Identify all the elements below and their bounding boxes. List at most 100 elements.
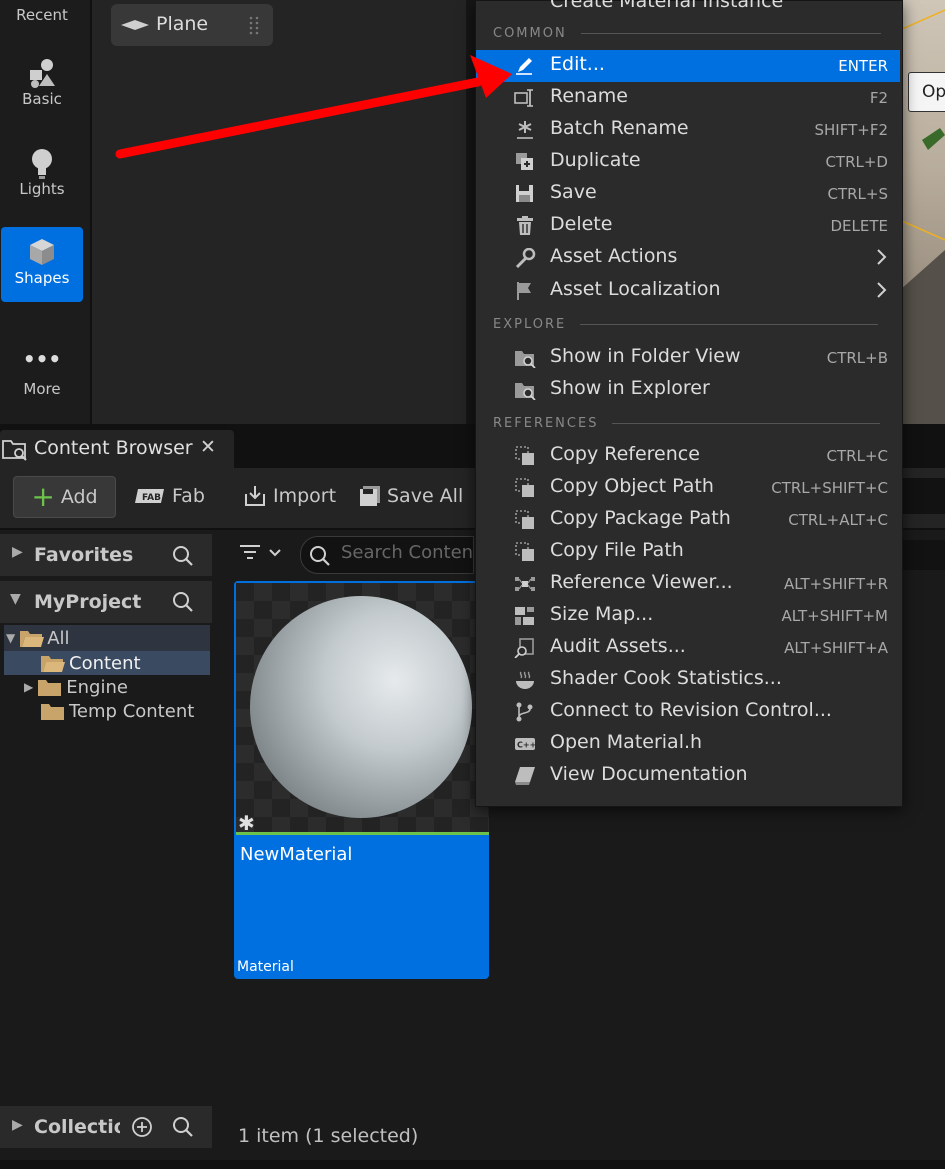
filter-icon[interactable] xyxy=(240,543,286,563)
menu-item-label: Duplicate xyxy=(550,149,641,171)
menu-section-references: REFERENCES xyxy=(493,416,881,431)
tree-item-engine[interactable]: ▶ Engine xyxy=(24,675,128,699)
add-button-label: Add xyxy=(60,486,98,508)
section-label: COMMON xyxy=(493,26,567,41)
search-icon[interactable] xyxy=(172,1116,194,1138)
favorites-header[interactable]: ▶ Favorites xyxy=(0,534,212,576)
tree-item-content[interactable]: Content xyxy=(40,651,141,675)
tree-item-label: Engine xyxy=(66,676,128,698)
menu-item-delete[interactable]: Delete DELETE xyxy=(476,210,900,242)
project-label: MyProject xyxy=(34,591,142,613)
menu-item-asset-localization[interactable]: Asset Localization xyxy=(476,275,900,307)
path-bar[interactable] xyxy=(902,478,945,514)
folder-icon xyxy=(41,704,64,720)
placement-category-bar: Recent Basic Lights Shapes ••• More xyxy=(0,0,92,424)
search-input[interactable]: Search Content xyxy=(300,536,474,574)
trash-icon xyxy=(517,216,533,235)
copy-icon xyxy=(515,510,534,529)
plus-icon: + xyxy=(31,480,55,513)
menu-item-connect-revision-control[interactable]: Connect to Revision Control... xyxy=(476,696,900,728)
menu-item-duplicate[interactable]: Duplicate CTRL+D xyxy=(476,146,900,178)
menu-item-shader-cook-statistics[interactable]: Shader Cook Statistics... xyxy=(476,664,900,696)
drag-handle-icon[interactable] xyxy=(249,15,259,35)
menu-item-size-map[interactable]: Size Map... ALT+SHIFT+M xyxy=(476,600,900,632)
pencil-icon xyxy=(516,58,532,75)
menu-item-audit-assets[interactable]: Audit Assets... ALT+SHIFT+A xyxy=(476,632,900,664)
search-icon[interactable] xyxy=(172,591,194,613)
menu-item-rename[interactable]: Rename F2 xyxy=(476,82,900,114)
section-label: REFERENCES xyxy=(493,416,599,431)
placement-item-label: Plane xyxy=(156,13,209,35)
menu-item-batch-rename[interactable]: Batch Rename SHIFT+F2 xyxy=(476,114,900,146)
shader-cook-icon xyxy=(516,671,534,689)
tree-item-all[interactable]: ▼ All xyxy=(6,626,70,650)
import-button[interactable]: Import xyxy=(243,476,336,516)
asset-type-color-bar xyxy=(236,832,489,835)
category-basic[interactable]: Basic xyxy=(1,56,83,122)
menu-item-label: Reference Viewer... xyxy=(550,571,733,593)
floppy-icon xyxy=(516,185,533,202)
status-text: 1 item (1 selected) xyxy=(238,1125,419,1147)
menu-item-copy-package-path[interactable]: Copy Package Path CTRL+ALT+C xyxy=(476,504,900,536)
project-header[interactable]: ▼ MyProject xyxy=(0,581,212,623)
asterisk-icon xyxy=(517,121,533,139)
menu-item-save[interactable]: Save CTRL+S xyxy=(476,178,900,210)
collections-header[interactable]: ▶ Collection xyxy=(0,1106,212,1148)
category-more[interactable]: ••• More xyxy=(1,347,83,408)
viewport-button[interactable]: Op xyxy=(908,72,945,112)
viewport[interactable]: Op xyxy=(900,0,945,424)
menu-item-shortcut: ALT+SHIFT+A xyxy=(784,639,888,657)
menu-item-asset-actions[interactable]: Asset Actions xyxy=(476,242,900,274)
menu-item-edit[interactable]: Edit... ENTER xyxy=(476,50,900,82)
menu-item-label: Open Material.h xyxy=(550,731,703,753)
search-icon xyxy=(310,546,330,566)
duplicate-icon xyxy=(516,153,533,170)
bottom-bar xyxy=(0,1160,945,1169)
section-divider xyxy=(580,324,879,325)
menu-item-show-in-explorer[interactable]: Show in Explorer xyxy=(476,374,900,406)
lightbulb-icon xyxy=(32,149,52,179)
ellipsis-icon: ••• xyxy=(22,347,62,371)
reference-viewer-icon xyxy=(515,577,535,591)
category-shapes[interactable]: Shapes xyxy=(1,227,83,302)
category-recent[interactable]: Recent xyxy=(1,6,83,36)
menu-item-copy-file-path[interactable]: Copy File Path xyxy=(476,536,900,568)
add-collection-icon[interactable] xyxy=(131,1116,153,1138)
menu-section-explore: EXPLORE xyxy=(493,317,879,332)
menu-item-shortcut: CTRL+C xyxy=(826,447,888,465)
menu-item-show-in-folder-view[interactable]: Show in Folder View CTRL+B xyxy=(476,342,900,374)
tab-content-browser[interactable]: Content Browser ✕ xyxy=(0,430,234,468)
menu-item-shortcut: SHIFT+F2 xyxy=(814,121,889,139)
menu-item-reference-viewer[interactable]: Reference Viewer... ALT+SHIFT+R xyxy=(476,568,900,600)
copy-icon xyxy=(515,446,534,465)
size-map-icon xyxy=(515,607,534,625)
close-icon[interactable]: ✕ xyxy=(200,436,216,458)
add-button[interactable]: + Add xyxy=(13,476,116,518)
menu-item-label: Copy Package Path xyxy=(550,507,731,529)
tree-item-temp-content[interactable]: Temp Content xyxy=(40,699,194,723)
menu-item-view-documentation[interactable]: View Documentation xyxy=(476,760,900,792)
copy-icon xyxy=(515,478,534,497)
menu-item-shortcut: CTRL+D xyxy=(825,153,888,171)
chevron-right-icon: ▶ xyxy=(12,544,23,560)
wrench-icon xyxy=(515,248,536,268)
save-all-button[interactable]: Save All xyxy=(359,476,463,516)
menu-item-shortcut: CTRL+ALT+C xyxy=(788,511,888,529)
category-recent-label: Recent xyxy=(16,6,68,24)
fab-button[interactable]: FAB Fab xyxy=(134,476,205,516)
menu-item-copy-object-path[interactable]: Copy Object Path CTRL+SHIFT+C xyxy=(476,472,900,504)
chevron-down-icon: ▼ xyxy=(6,631,16,645)
category-lights[interactable]: Lights xyxy=(1,146,83,212)
menu-item-create-material-instance[interactable]: Create Material Instance xyxy=(476,0,900,19)
placement-item-plane[interactable]: Plane xyxy=(111,4,273,46)
menu-item-label: Create Material Instance xyxy=(550,0,784,12)
search-icon[interactable] xyxy=(172,545,194,567)
menu-item-copy-reference[interactable]: Copy Reference CTRL+C xyxy=(476,440,900,472)
asset-thumbnail: ✱ xyxy=(236,583,489,835)
menu-item-label: Edit... xyxy=(550,53,605,75)
menu-item-open-material-h[interactable]: C++ Open Material.h xyxy=(476,728,900,760)
fab-icon: FAB xyxy=(135,489,164,503)
menu-item-label: Copy Object Path xyxy=(550,475,714,497)
menu-section-common: COMMON xyxy=(493,26,881,41)
category-basic-label: Basic xyxy=(22,90,62,108)
